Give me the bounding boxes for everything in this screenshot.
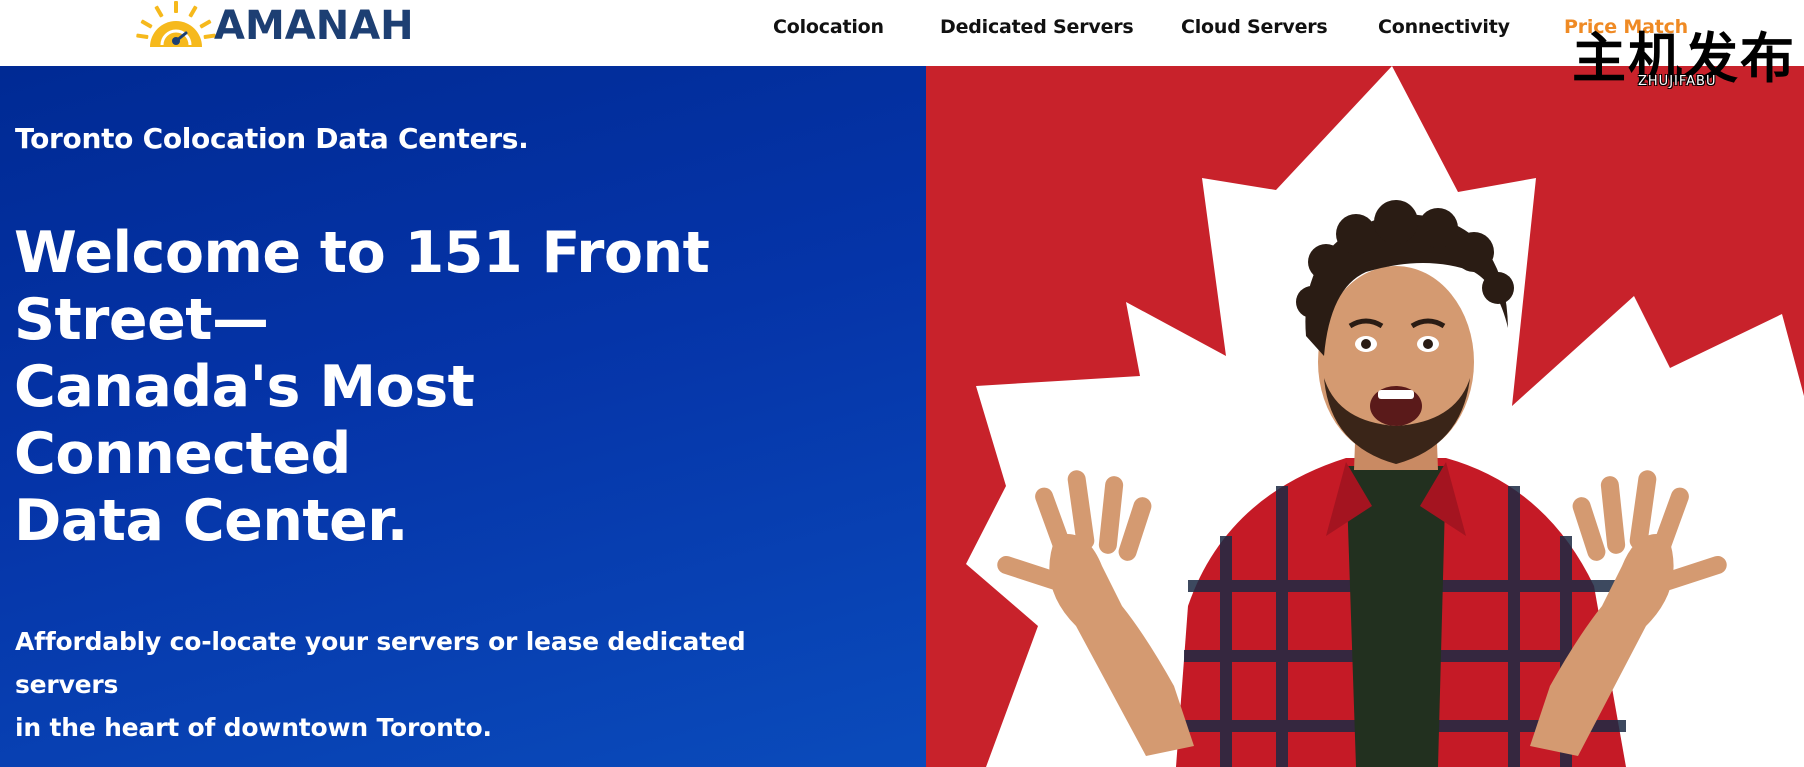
hero-title-line: Connected bbox=[14, 421, 351, 487]
hero-subtitle: Affordably co-locate your servers or lea… bbox=[15, 620, 775, 749]
hero-title-line: Street— bbox=[14, 287, 269, 353]
hero-image bbox=[966, 66, 1804, 767]
hero-eyebrow: Toronto Colocation Data Centers. bbox=[15, 122, 529, 155]
watermark-subtext: ZHUJIFABU bbox=[1638, 74, 1717, 89]
site-header: AMANAH Colocation Dedicated Servers Clou… bbox=[0, 0, 1804, 66]
hero-subtitle-line: servers bbox=[15, 670, 119, 699]
hero-subtitle-line: Affordably co-locate your servers or lea… bbox=[15, 627, 746, 656]
hero-title: Welcome to 151 Front Street— Canada's Mo… bbox=[14, 220, 710, 555]
rising-sun-logo-icon bbox=[136, 1, 216, 47]
hero-text-panel: Toronto Colocation Data Centers. Welcome… bbox=[0, 66, 926, 767]
hero-image-panel bbox=[926, 66, 1804, 767]
nav-item-connectivity[interactable]: Connectivity bbox=[1378, 16, 1510, 38]
nav-item-colocation[interactable]: Colocation bbox=[773, 16, 884, 38]
watermark: 主机发布 ZHUJIFABU bbox=[1572, 28, 1794, 94]
nav-item-dedicated-servers[interactable]: Dedicated Servers bbox=[940, 16, 1134, 38]
hero-title-line: Data Center. bbox=[14, 488, 408, 554]
hero-title-line: Canada's Most bbox=[14, 354, 475, 420]
hero-subtitle-line: in the heart of downtown Toronto. bbox=[15, 713, 492, 742]
logo-wordmark: AMANAH bbox=[214, 3, 414, 49]
hero-title-line: Welcome to 151 Front bbox=[14, 220, 710, 286]
logo[interactable]: AMANAH bbox=[136, 0, 414, 52]
nav-item-cloud-servers[interactable]: Cloud Servers bbox=[1181, 16, 1328, 38]
